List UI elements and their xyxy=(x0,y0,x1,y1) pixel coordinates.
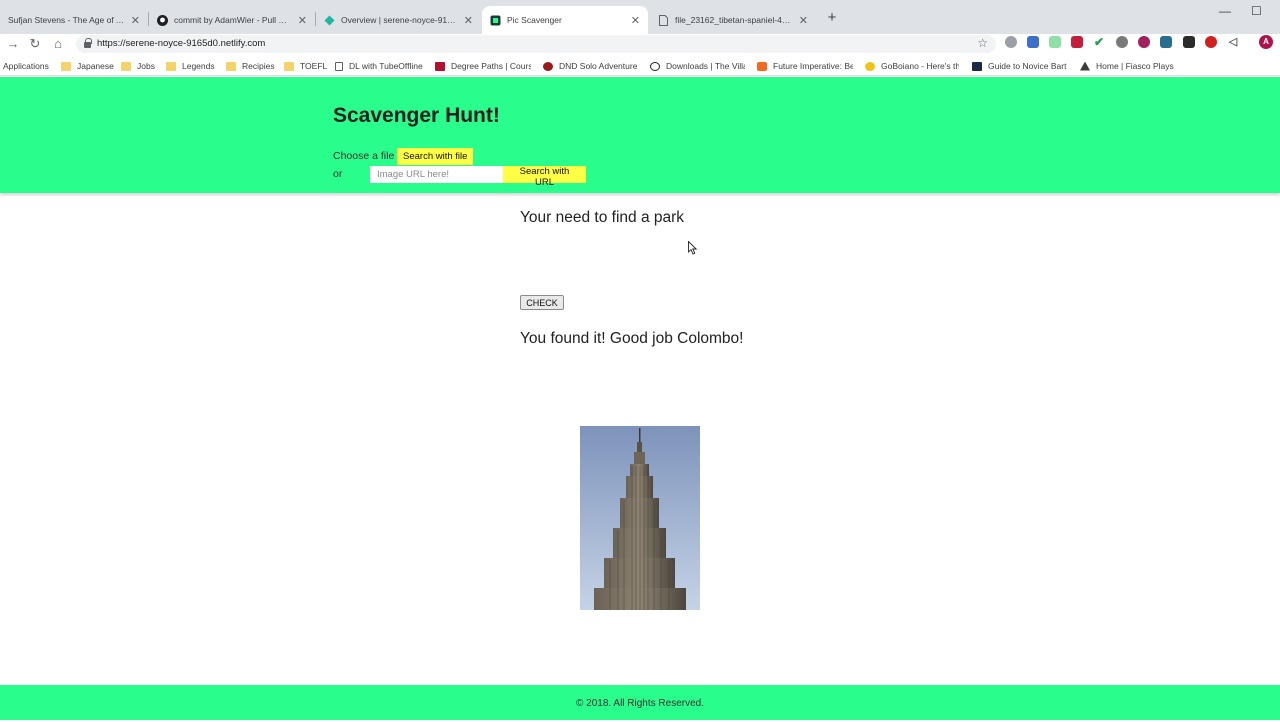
fiasco-icon xyxy=(1080,61,1090,71)
check-button[interactable]: CHECK xyxy=(520,295,564,310)
bookmark-folder[interactable]: Japanese xyxy=(61,59,114,73)
search-with-url-button[interactable]: Search with URL xyxy=(503,166,586,188)
uploaded-photo xyxy=(580,426,700,610)
browser-tab[interactable]: Overview | serene-noyce-9165d0 ✕ xyxy=(316,6,481,34)
lock-icon xyxy=(84,38,92,48)
tab-title: Pic Scavenger xyxy=(507,15,562,25)
bookmark-link[interactable]: Guide to Novice Bart xyxy=(972,59,1068,73)
copyright-text: © 2018. All Rights Reserved. xyxy=(576,698,704,709)
bookmark-icon xyxy=(972,61,982,71)
new-tab-button[interactable]: + xyxy=(824,9,840,26)
bookmark-folder[interactable]: Jobs xyxy=(121,59,155,73)
page-title: Scavenger Hunt! xyxy=(333,104,500,127)
bookmark-link[interactable]: Downloads | The Villa xyxy=(650,59,745,73)
close-icon[interactable]: ✕ xyxy=(298,14,307,27)
tab-title: commit by AdamWier - Pull Requ xyxy=(174,15,292,25)
bookmark-link[interactable]: DND Solo Adventure xyxy=(543,59,638,73)
browser-tab[interactable]: file_23162_tibetan-spaniel-460x2 ✕ xyxy=(650,6,816,34)
bookmark-label: Guide to Novice Bart xyxy=(988,61,1067,71)
megaphone-extension-icon[interactable]: ◁ xyxy=(1227,36,1239,48)
folder-icon xyxy=(166,61,176,71)
address-bar[interactable]: https://serene-noyce-9165d0.netlify.com … xyxy=(76,35,996,53)
browser-tab-active[interactable]: Pic Scavenger ✕ xyxy=(482,6,648,34)
url-text: https://serene-noyce-9165d0.netlify.com xyxy=(97,38,266,49)
browser-toolbar: → ↻ ⌂ https://serene-noyce-9165d0.netlif… xyxy=(0,34,1280,54)
minimize-icon[interactable]: — xyxy=(1219,4,1231,18)
app-icon xyxy=(490,15,501,26)
search-with-file-button[interactable]: Search with file xyxy=(397,148,474,165)
shield-extension-icon[interactable] xyxy=(1071,36,1083,48)
extension-icon[interactable] xyxy=(1049,36,1061,48)
bookmark-link[interactable]: Degree Paths | Cours xyxy=(435,59,531,73)
bookmarks-bar: Applications Japanese Jobs Legends Recip… xyxy=(0,56,1280,76)
sun-icon xyxy=(865,61,875,71)
bookmark-link[interactable]: Future Imperative: Be xyxy=(757,59,853,73)
cb-icon xyxy=(435,61,445,71)
avatar[interactable]: A xyxy=(1259,35,1273,49)
mouse-cursor-icon xyxy=(688,241,698,255)
bookmark-label: Downloads | The Villa xyxy=(666,61,745,71)
bookmark-label: Japanese xyxy=(77,61,114,71)
browser-tab[interactable]: Sufjan Stevens - The Age of Adz ✕ xyxy=(0,6,148,34)
bookmark-star-icon[interactable]: ☆ xyxy=(977,36,988,50)
browser-tab[interactable]: commit by AdamWier - Pull Requ ✕ xyxy=(149,6,315,34)
image-url-input[interactable] xyxy=(370,166,503,183)
folder-icon xyxy=(61,61,71,71)
page-icon xyxy=(335,61,343,71)
tab-title: Sufjan Stevens - The Age of Adz xyxy=(8,15,125,25)
file-icon xyxy=(658,14,669,26)
bookmark-link[interactable]: GoBoiano - Here's th xyxy=(865,59,959,73)
extension-icon[interactable] xyxy=(1138,36,1150,48)
maximize-icon[interactable]: ☐ xyxy=(1251,4,1262,18)
extension-icon[interactable] xyxy=(1116,36,1128,48)
bookmark-label: Jobs xyxy=(137,61,155,71)
bookmark-label: Applications xyxy=(3,61,49,71)
close-icon[interactable]: ✕ xyxy=(631,14,640,27)
result-message: You found it! Good job Colombo! xyxy=(520,330,744,347)
bookmark-label: GoBoiano - Here's th xyxy=(881,61,959,71)
or-label: or xyxy=(333,168,343,180)
extension-icon[interactable] xyxy=(1160,36,1172,48)
bookmark-link[interactable]: Home | Fiasco Playse xyxy=(1080,59,1174,73)
bookmark-label: Home | Fiasco Playse xyxy=(1096,61,1174,71)
extension-icon[interactable] xyxy=(1183,36,1195,48)
close-icon[interactable]: ✕ xyxy=(464,14,473,27)
extension-icon[interactable] xyxy=(1005,36,1017,48)
circle-icon xyxy=(650,61,660,71)
check-extension-icon[interactable]: ✔ xyxy=(1093,36,1105,48)
dragon-icon xyxy=(543,61,553,71)
bookmark-apps[interactable]: Applications xyxy=(3,59,49,73)
bookmark-folder[interactable]: Recipies xyxy=(226,59,275,73)
site-footer: © 2018. All Rights Reserved. xyxy=(0,685,1280,720)
bookmark-folder[interactable]: Legends xyxy=(166,59,215,73)
home-icon[interactable]: ⌂ xyxy=(50,36,66,52)
extension-icon[interactable] xyxy=(1205,36,1217,48)
close-icon[interactable]: ✕ xyxy=(131,14,140,27)
close-icon[interactable]: ✕ xyxy=(799,14,808,27)
hunt-prompt: Your need to find a park xyxy=(520,209,685,226)
folder-icon xyxy=(284,61,294,71)
bookmark-label: Recipies xyxy=(242,61,275,71)
site-header: Scavenger Hunt! Choose a file Search wit… xyxy=(0,77,1280,193)
folder-icon xyxy=(121,61,131,71)
folder-icon xyxy=(226,61,236,71)
bookmark-label: DND Solo Adventure xyxy=(559,61,638,71)
forward-icon[interactable]: → xyxy=(5,36,21,52)
bookmark-label: DL with TubeOffline xyxy=(349,61,423,71)
github-icon xyxy=(157,14,168,26)
bookmark-label: TOEFL xyxy=(300,61,328,71)
blogger-icon xyxy=(757,61,767,71)
tab-title: Overview | serene-noyce-9165d0 xyxy=(341,15,458,25)
reload-icon[interactable]: ↻ xyxy=(27,36,43,52)
bookmark-folder[interactable]: TOEFL xyxy=(284,59,327,73)
bookmark-label: Future Imperative: Be xyxy=(773,61,853,71)
bookmark-label: Legends xyxy=(182,61,215,71)
netlify-icon xyxy=(324,15,335,26)
bookmark-label: Degree Paths | Cours xyxy=(451,61,531,71)
choose-file-input[interactable]: Choose a file xyxy=(333,150,394,162)
calendar-extension-icon[interactable] xyxy=(1027,36,1039,48)
tab-title: file_23162_tibetan-spaniel-460x2 xyxy=(675,15,793,25)
bookmark-link[interactable]: DL with TubeOffline xyxy=(335,59,423,73)
browser-tab-strip: Sufjan Stevens - The Age of Adz ✕ commit… xyxy=(0,0,1280,34)
